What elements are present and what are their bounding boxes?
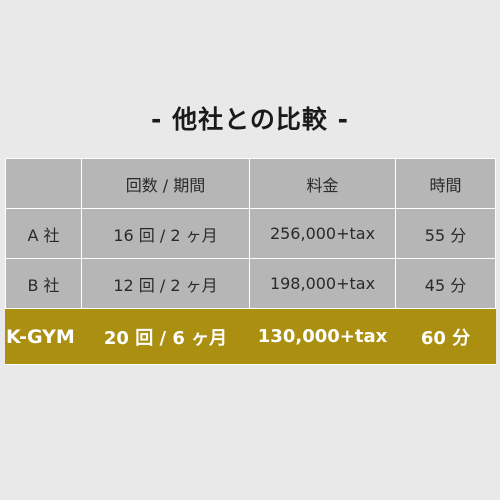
brand-name-cell: K-GYM	[5, 308, 82, 365]
sessions-cell: 12 回 / 2 ヶ月	[81, 258, 250, 309]
sessions-cell: 16 回 / 2 ヶ月	[81, 208, 250, 259]
header-cell-price: 料金	[249, 158, 396, 209]
price-cell: 256,000+tax	[249, 208, 396, 259]
company-name-cell: B 社	[5, 258, 82, 309]
header-cell-empty	[5, 158, 82, 209]
time-cell: 55 分	[395, 208, 496, 259]
comparison-table: 回数 / 期間 料金 時間 A 社 16 回 / 2 ヶ月 256,000+ta…	[5, 158, 496, 365]
header-cell-sessions: 回数 / 期間	[81, 158, 250, 209]
table-row: B 社 12 回 / 2 ヶ月 198,000+tax 45 分	[5, 258, 496, 309]
highlight-sessions-cell: 20 回 / 6 ヶ月	[81, 308, 250, 365]
page-title: - 他社との比較 -	[151, 105, 349, 134]
price-cell: 198,000+tax	[249, 258, 396, 309]
highlight-row: K-GYM 20 回 / 6 ヶ月 130,000+tax 60 分	[5, 308, 496, 365]
company-name-cell: A 社	[5, 208, 82, 259]
header-cell-time: 時間	[395, 158, 496, 209]
table-header-row: 回数 / 期間 料金 時間	[5, 158, 496, 209]
highlight-time-cell: 60 分	[395, 308, 496, 365]
time-cell: 45 分	[395, 258, 496, 309]
highlight-price-cell: 130,000+tax	[249, 308, 396, 365]
table-row: A 社 16 回 / 2 ヶ月 256,000+tax 55 分	[5, 208, 496, 259]
